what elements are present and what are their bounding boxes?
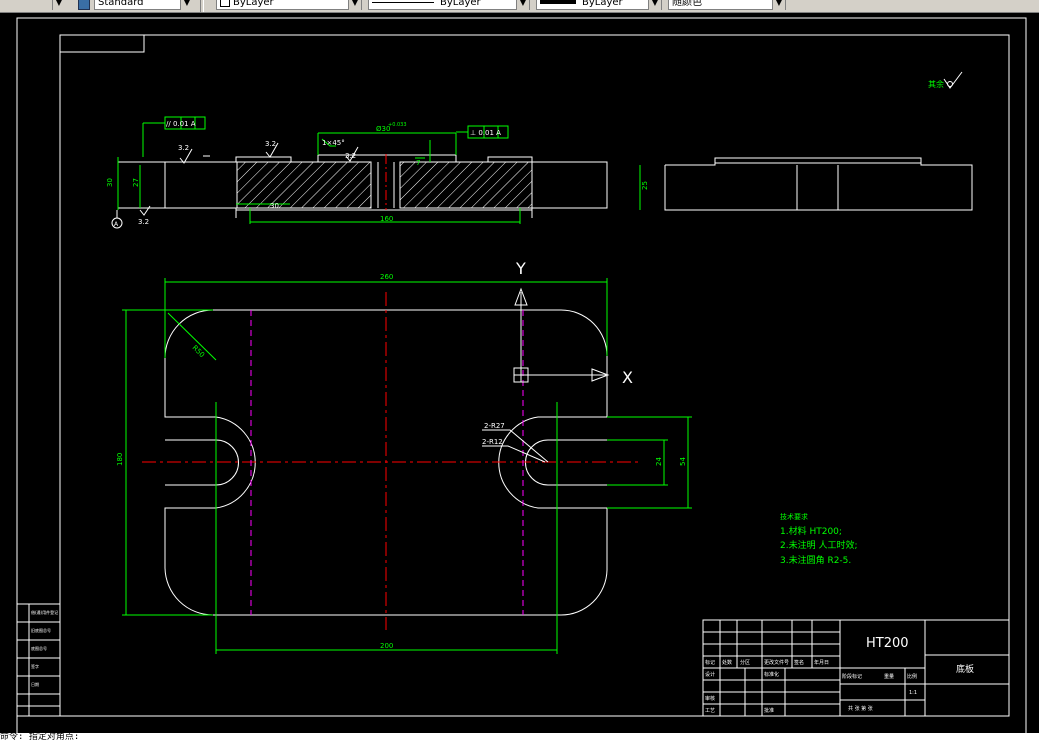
dim-180: 180 xyxy=(116,453,124,466)
reversed-code-box xyxy=(59,34,145,53)
tb-design: 设计 xyxy=(705,671,715,678)
toolbar-separator xyxy=(200,0,204,12)
plot-style-dropdown-icon[interactable]: ▼ xyxy=(772,0,785,10)
drawing-canvas[interactable]: 其余 // 0.01 A ⊥ 0.01 A 30 27 25 3.2 3.2 3… xyxy=(0,12,1039,733)
left-reg-4: 签字 xyxy=(31,663,39,669)
ucs-x-label: X xyxy=(622,368,633,387)
tb-change-doc: 更改文件号 xyxy=(764,659,789,666)
dim-24: 24 xyxy=(655,457,663,466)
left-reg-3: 底图总号 xyxy=(31,645,47,651)
dim-200: 200 xyxy=(380,642,393,650)
left-reg-2: 旧底图总号 xyxy=(31,627,51,633)
bore-tolerance: +0.033 xyxy=(388,122,407,128)
lineweight-value: ByLayer xyxy=(582,0,623,8)
tb-sheet: 共 张 第 张 xyxy=(848,705,873,712)
tb-scale: 比例 xyxy=(907,673,917,680)
plan-dimensions xyxy=(122,278,692,654)
lineweight-dropdown-icon[interactable]: ▼ xyxy=(648,0,661,10)
tb-standard: 标准化 xyxy=(764,671,779,678)
material-label: HT200 xyxy=(866,636,909,651)
tb-check: 审核 xyxy=(705,695,715,702)
ucs-icon xyxy=(513,287,610,383)
dropdown-arrow-icon[interactable]: ▼ xyxy=(52,0,65,10)
command-line[interactable]: 命令: 指定对角点: xyxy=(0,733,1039,742)
dim-30-bottom: 30 xyxy=(270,202,279,210)
section-view xyxy=(118,154,608,218)
note-1: 1.材料 HT200; xyxy=(780,525,842,537)
perpendicularity-tolerance: ⊥ 0.01 A xyxy=(470,129,501,137)
dim-25: 25 xyxy=(641,181,649,190)
centerlines xyxy=(142,292,640,630)
layer-select[interactable]: ByLayer xyxy=(216,0,362,10)
line-sample-icon xyxy=(372,1,434,3)
left-reg-5: 日期 xyxy=(31,681,39,687)
left-register-block xyxy=(16,603,61,717)
roughness-3-2-c: 3.2 xyxy=(345,152,356,160)
left-reg-1: 借(通)用件登记 xyxy=(31,609,58,615)
part-name: 底板 xyxy=(956,663,974,675)
layer-value: ByLayer xyxy=(233,0,274,8)
chamfer: 1×45° xyxy=(322,139,345,147)
tb-process: 工艺 xyxy=(705,708,715,714)
text-style-select[interactable]: Standard xyxy=(94,0,190,10)
dim-27: 27 xyxy=(132,178,140,187)
linetype-value: ByLayer xyxy=(440,0,481,8)
lineweight-select[interactable]: ByLayer xyxy=(536,0,662,10)
left-register-labels: 借(通)用件登记 旧底图总号 底图总号 签字 日期 xyxy=(31,609,58,687)
lineweight-sample-icon xyxy=(540,0,576,4)
parallel-tolerance: // 0.01 A xyxy=(166,120,196,128)
tb-date: 年月日 xyxy=(814,659,829,666)
linetype-dropdown-icon[interactable]: ▼ xyxy=(516,0,529,10)
roughness-3-2-a: 3.2 xyxy=(178,144,189,152)
tb-sign: 签名 xyxy=(794,659,804,666)
ucs-y-label: Y xyxy=(515,259,526,278)
text-style-icon[interactable] xyxy=(78,0,90,10)
roughness-note: 其余 xyxy=(928,79,944,89)
side-view xyxy=(664,157,973,211)
dim-r12: 2-R12 xyxy=(482,438,503,446)
tb-stage: 阶段标记 xyxy=(842,673,862,680)
roughness-3-2-b: 3.2 xyxy=(265,140,276,148)
dim-r27: 2-R27 xyxy=(484,422,505,430)
roughness-symbol-icon: 其余 xyxy=(928,71,963,89)
plot-style-select[interactable]: 随颜色 xyxy=(668,0,786,10)
technical-notes: 技术要求 1.材料 HT200; 2.未注明 人工时效; 3.未注圆角 R2-5… xyxy=(780,512,857,566)
dim-260: 260 xyxy=(380,273,393,281)
dim-7: 7 xyxy=(416,159,420,167)
tb-zone: 分区 xyxy=(740,659,750,666)
tb-approve: 批准 xyxy=(764,707,774,714)
command-prompt: 命令: 指定对角点: xyxy=(0,733,80,742)
note-2: 2.未注明 人工时效; xyxy=(780,539,857,551)
dim-30: 30 xyxy=(106,178,114,187)
notes-title: 技术要求 xyxy=(780,512,808,521)
text-style-dropdown-icon[interactable]: ▼ xyxy=(180,0,193,10)
tb-mark: 标记 xyxy=(705,659,715,666)
color-swatch-icon xyxy=(220,0,230,7)
datum-a: A xyxy=(114,221,119,228)
tb-weight: 重量 xyxy=(884,673,894,680)
linetype-select[interactable]: ByLayer xyxy=(368,0,530,10)
tb-count: 处数 xyxy=(722,659,732,666)
dim-160: 160 xyxy=(380,215,393,223)
dim-r50: R50 xyxy=(191,344,206,359)
tb-scale-value: 1:1 xyxy=(909,690,917,696)
roughness-3-2-d: 3.2 xyxy=(138,218,149,226)
note-3: 3.未注圆角 R2-5. xyxy=(780,554,851,566)
dim-54: 54 xyxy=(679,457,687,466)
layer-dropdown-icon[interactable]: ▼ xyxy=(348,0,361,10)
